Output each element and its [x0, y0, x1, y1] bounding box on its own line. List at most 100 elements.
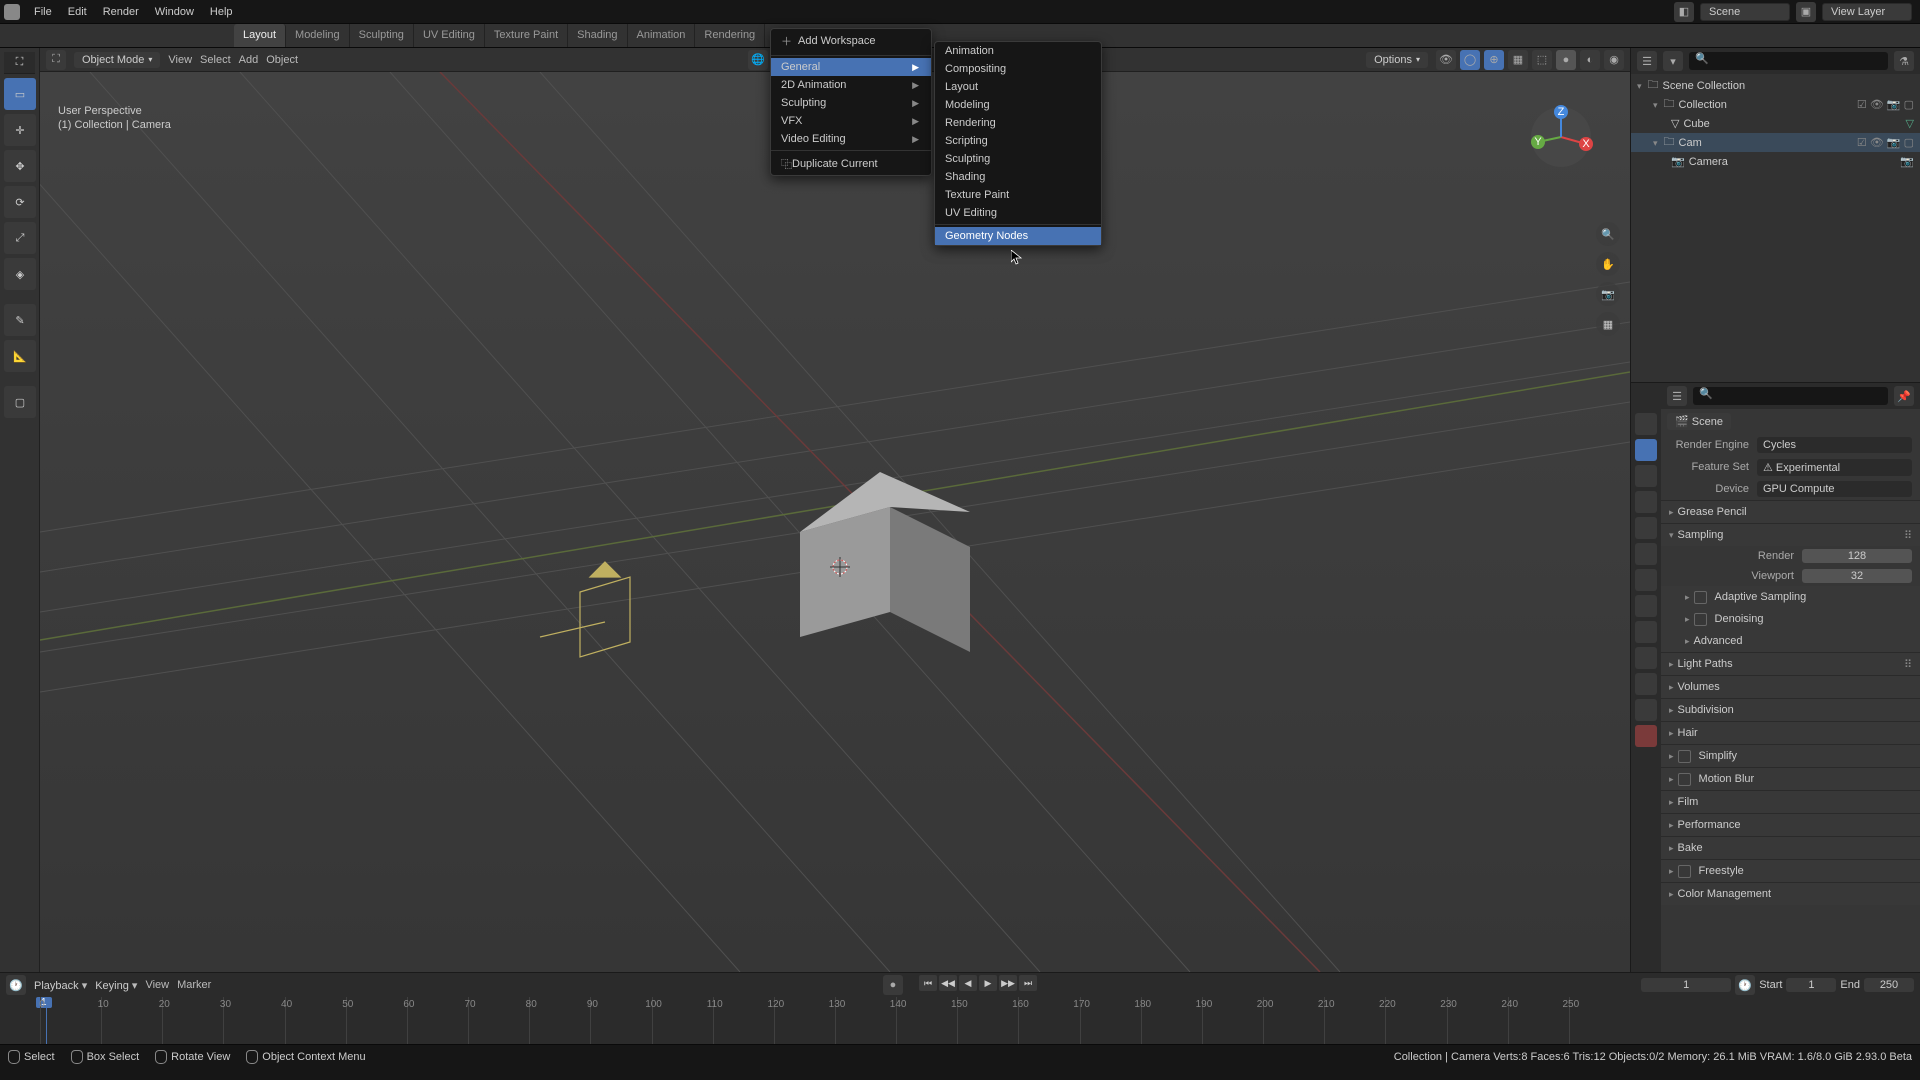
tab-texpaint[interactable]: Texture Paint — [485, 24, 568, 47]
sub-animation[interactable]: Animation — [935, 42, 1101, 60]
ptab-modifier[interactable] — [1635, 595, 1657, 617]
tool-transform[interactable]: ◈ — [4, 258, 36, 290]
overlay-toggle[interactable]: ⊕ — [1484, 50, 1504, 70]
start-frame-field[interactable]: 1 — [1786, 978, 1836, 992]
tool-cursor[interactable]: ✛ — [4, 114, 36, 146]
tab-sculpting[interactable]: Sculpting — [350, 24, 414, 47]
popup-vfx[interactable]: VFX▶ — [771, 112, 931, 130]
hdr-view[interactable]: View — [168, 54, 192, 66]
sub-compositing[interactable]: Compositing — [935, 60, 1101, 78]
ptab-output[interactable] — [1635, 465, 1657, 487]
scene-selector[interactable]: Scene — [1700, 3, 1790, 21]
preview-range-icon[interactable]: 🕐 — [1735, 975, 1755, 995]
nav-gizmo[interactable]: X Y Z — [1526, 102, 1596, 172]
popup-video-editing[interactable]: Video Editing▶ — [771, 130, 931, 148]
tab-uv[interactable]: UV Editing — [414, 24, 485, 47]
3d-viewport[interactable]: User Perspective (1) Collection | Camera… — [40, 72, 1630, 972]
ptab-constraint[interactable] — [1635, 673, 1657, 695]
shade-wireframe[interactable]: ⬚ — [1532, 50, 1552, 70]
panel-film[interactable]: Film — [1661, 791, 1920, 813]
tree-collection[interactable]: 🗀 Collection☑ 👁 📷 ▢ — [1631, 95, 1920, 114]
outliner-search-input[interactable]: 🔍 — [1689, 52, 1888, 70]
popup-2d-animation[interactable]: 2D Animation▶ — [771, 76, 931, 94]
tab-layout[interactable]: Layout — [234, 24, 286, 47]
panel-denoising[interactable]: Denoising — [1661, 608, 1920, 630]
ptab-world[interactable] — [1635, 543, 1657, 565]
props-type-icon[interactable]: ☰ — [1667, 386, 1687, 406]
sub-geometry-nodes[interactable]: Geometry Nodes — [935, 227, 1101, 245]
gizmo-toggle[interactable]: ◯ — [1460, 50, 1480, 70]
viewlayer-selector[interactable]: View Layer — [1822, 3, 1912, 21]
jump-end-button[interactable]: ⏭ — [1019, 975, 1037, 991]
play-rev-button[interactable]: ◀ — [959, 975, 977, 991]
tree-camera[interactable]: 📷 Camera📷 — [1631, 152, 1920, 171]
panel-advanced[interactable]: Advanced — [1661, 630, 1920, 652]
mode-selector[interactable]: Object Mode ▾ — [74, 52, 160, 68]
popup-sculpting[interactable]: Sculpting▶ — [771, 94, 931, 112]
sub-shading[interactable]: Shading — [935, 168, 1101, 186]
panel-freestyle[interactable]: Freestyle — [1661, 860, 1920, 882]
ptab-render[interactable] — [1635, 439, 1657, 461]
tree-scene-collection[interactable]: 🗀 Scene Collection — [1631, 76, 1920, 95]
sub-scripting[interactable]: Scripting — [935, 132, 1101, 150]
sub-modeling[interactable]: Modeling — [935, 96, 1101, 114]
feature-set-dropdown[interactable]: ⚠ Experimental — [1757, 459, 1912, 476]
tool-measure[interactable]: 📐 — [4, 340, 36, 372]
camera-view-icon[interactable]: 📷 — [1596, 282, 1620, 306]
jump-start-button[interactable]: ⏮ — [919, 975, 937, 991]
hdr-object[interactable]: Object — [266, 54, 298, 66]
ptab-viewlayer[interactable] — [1635, 491, 1657, 513]
blender-logo-icon[interactable] — [4, 4, 20, 20]
menu-help[interactable]: Help — [202, 0, 241, 24]
shade-matprev[interactable]: ◐ — [1580, 50, 1600, 70]
tab-rendering[interactable]: Rendering — [695, 24, 765, 47]
play-button[interactable]: ▶ — [979, 975, 997, 991]
editor-type-icon[interactable]: ⛶ — [4, 52, 35, 74]
tool-select[interactable]: ▭ — [4, 78, 36, 110]
next-key-button[interactable]: ▶▶ — [999, 975, 1017, 991]
ptab-data[interactable] — [1635, 699, 1657, 721]
tab-modeling[interactable]: Modeling — [286, 24, 350, 47]
tl-keying[interactable]: Keying ▾ — [95, 979, 137, 992]
tl-view[interactable]: View — [145, 979, 169, 991]
editor-type-dropdown[interactable]: ⛶ — [46, 50, 66, 70]
panel-simplify[interactable]: Simplify — [1661, 745, 1920, 767]
outliner-display-icon[interactable]: ▾ — [1663, 51, 1683, 71]
end-frame-field[interactable]: 250 — [1864, 978, 1914, 992]
viewport-samples-field[interactable]: 32 — [1802, 569, 1912, 583]
panel-performance[interactable]: Performance — [1661, 814, 1920, 836]
menu-edit[interactable]: Edit — [60, 0, 95, 24]
panel-light-paths[interactable]: Light Paths⠿ — [1661, 653, 1920, 675]
panel-volumes[interactable]: Volumes — [1661, 676, 1920, 698]
scene-icon[interactable]: ◧ — [1674, 2, 1694, 22]
panel-bake[interactable]: Bake — [1661, 837, 1920, 859]
tab-shading[interactable]: Shading — [568, 24, 627, 47]
panel-grease-pencil[interactable]: Grease Pencil — [1661, 501, 1920, 523]
options-dropdown[interactable]: Options ▾ — [1366, 52, 1428, 68]
current-frame-field[interactable]: 1 — [1641, 978, 1731, 992]
sub-rendering[interactable]: Rendering — [935, 114, 1101, 132]
ortho-toggle-icon[interactable]: ▦ — [1596, 312, 1620, 336]
zoom-icon[interactable]: 🔍 — [1596, 222, 1620, 246]
popup-general[interactable]: General▶ — [771, 58, 931, 76]
render-samples-field[interactable]: 128 — [1802, 549, 1912, 563]
prev-key-button[interactable]: ◀◀ — [939, 975, 957, 991]
timeline-ruler[interactable]: 1 01020304050607080901001101201301401501… — [0, 997, 1920, 1044]
outliner-filter-icon[interactable]: ⚗ — [1894, 51, 1914, 71]
tl-marker[interactable]: Marker — [177, 979, 211, 991]
tool-addcube[interactable]: ▢ — [4, 386, 36, 418]
popup-duplicate-current[interactable]: ⿻ Duplicate Current — [771, 153, 931, 175]
menu-file[interactable]: File — [26, 0, 60, 24]
timeline-type-icon[interactable]: 🕐 — [6, 975, 26, 995]
panel-motion-blur[interactable]: Motion Blur — [1661, 768, 1920, 790]
sub-texture-paint[interactable]: Texture Paint — [935, 186, 1101, 204]
outliner-type-icon[interactable]: ☰ — [1637, 51, 1657, 71]
breadcrumb[interactable]: 🎬 Scene — [1667, 413, 1731, 430]
tree-cube[interactable]: ▽ Cube▽ — [1631, 114, 1920, 133]
tool-scale[interactable]: ⤢ — [4, 222, 36, 254]
pan-icon[interactable]: ✋ — [1596, 252, 1620, 276]
menu-window[interactable]: Window — [147, 0, 202, 24]
orientation-icon[interactable]: 🌐 — [748, 50, 768, 70]
autokey-toggle[interactable]: ● — [883, 975, 903, 995]
tree-cam-collection[interactable]: 🗀 Cam☑ 👁 📷 ▢ — [1631, 133, 1920, 152]
